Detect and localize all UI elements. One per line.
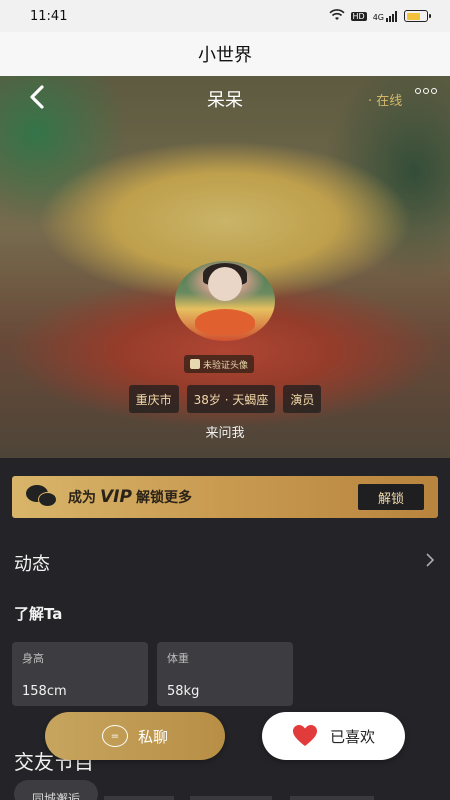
profile-motto: 来问我 — [205, 426, 245, 441]
vip-word: VIP — [100, 487, 132, 507]
shield-icon — [190, 359, 200, 369]
profile-tags: 重庆市 38岁 · 天蝎座 演员 — [0, 385, 450, 413]
liked-label: 已喜欢 — [329, 727, 375, 746]
heart-icon — [292, 725, 317, 746]
moments-section-title[interactable]: 动态 — [14, 550, 50, 576]
status-time: 11:41 — [30, 8, 68, 24]
verify-badge-label: 未验证头像 — [203, 360, 249, 371]
chat-bubble-icon: = — [101, 725, 128, 747]
tag-city: 重庆市 — [128, 385, 179, 413]
status-bar: 11:41 HD 4G — [0, 0, 450, 32]
divider — [104, 796, 174, 800]
vip-banner[interactable]: 成为 VIP 解锁更多 解锁 — [12, 476, 438, 518]
stat-label: 身高 — [22, 652, 44, 665]
dating-chip[interactable]: 同城邂逅 — [14, 780, 98, 800]
app-title-bar: 小世界 — [0, 32, 450, 76]
stat-label: 体重 — [167, 652, 189, 665]
status-icons: HD 4G — [328, 8, 431, 24]
chevron-right-icon[interactable] — [425, 552, 435, 572]
liked-button[interactable]: 已喜欢 — [262, 712, 405, 760]
signal-icon: 4G — [372, 10, 398, 22]
hd-icon: HD — [350, 11, 367, 21]
about-section-title: 了解Ta — [14, 605, 63, 623]
divider — [290, 796, 374, 800]
stat-card-weight: 体重 58kg — [157, 642, 293, 706]
wechat-icon — [26, 485, 58, 509]
profile-hero: 呆呆 · 在线 未验证头像 重庆市 38岁 · 天蝎座 演员 来问我 — [0, 76, 450, 458]
more-icon[interactable] — [415, 88, 437, 94]
wifi-icon — [328, 8, 345, 24]
verify-badge: 未验证头像 — [184, 355, 255, 373]
vip-prefix: 成为 — [68, 490, 96, 506]
stat-value: 58kg — [167, 684, 200, 699]
vip-text: 成为 VIP 解锁更多 — [68, 487, 192, 507]
stat-card-height: 身高 158cm — [12, 642, 148, 706]
unlock-button[interactable]: 解锁 — [358, 484, 424, 510]
vip-suffix: 解锁更多 — [135, 490, 192, 506]
network-label: 4G — [372, 12, 384, 22]
private-chat-button[interactable]: = 私聊 — [45, 712, 225, 760]
private-chat-label: 私聊 — [137, 727, 168, 746]
divider — [190, 796, 272, 800]
online-status: · 在线 — [368, 94, 403, 109]
battery-icon — [404, 10, 431, 22]
stat-value: 158cm — [22, 684, 67, 699]
tag-occupation: 演员 — [283, 385, 322, 413]
tag-age-sign: 38岁 · 天蝎座 — [186, 385, 276, 413]
app-title: 小世界 — [198, 45, 252, 66]
avatar[interactable] — [175, 261, 275, 341]
